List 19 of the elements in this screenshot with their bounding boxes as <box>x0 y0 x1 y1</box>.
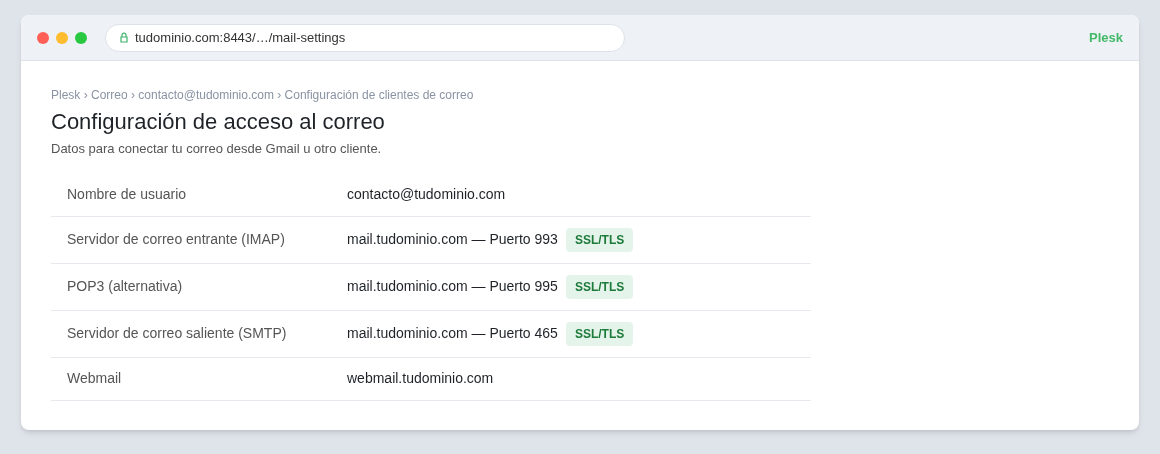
lock-icon <box>120 32 128 43</box>
field-label: Webmail <box>67 369 123 388</box>
field-label: Nombre de usuario <box>67 185 188 204</box>
breadcrumb: Plesk › Correo › contacto@tudominio.com › Configuración de clientes de correo <box>51 87 475 104</box>
address-bar[interactable]: tudominio.com:8443/…/mail-settings <box>105 23 625 52</box>
field-value: mail.tudominio.com — Puerto 465 <box>347 324 558 343</box>
url-text: tudominio.com:8443/…/mail-settings <box>135 28 346 47</box>
field-label: Servidor de correo saliente (SMTP) <box>67 324 288 343</box>
field-value: contacto@tudominio.com <box>347 185 506 204</box>
security-badge: SSL/TLS <box>565 321 634 346</box>
security-badge: SSL/TLS <box>565 274 634 299</box>
page-subtitle: Datos para conectar tu correo desde Gmail u otro cliente. <box>51 140 383 158</box>
page-title: Configuración de acceso al correo <box>51 108 386 136</box>
field-value: mail.tudominio.com — Puerto 993 <box>347 230 558 249</box>
field-value: mail.tudominio.com — Puerto 995 <box>347 277 558 296</box>
security-badge: SSL/TLS <box>565 227 634 252</box>
field-value: webmail.tudominio.com <box>347 369 494 388</box>
field-label: POP3 (alternativa) <box>67 277 184 296</box>
field-label: Servidor de correo entrante (IMAP) <box>67 230 286 249</box>
